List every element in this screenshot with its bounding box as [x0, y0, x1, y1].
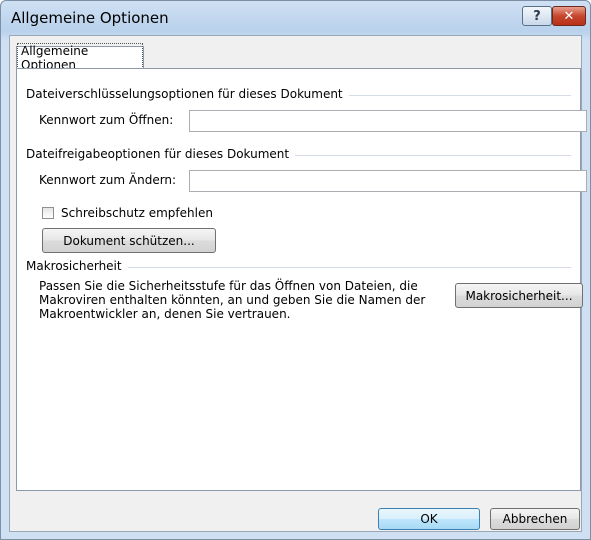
macro-group-label: Makrosicherheit: [26, 259, 128, 273]
open-password-label: Kennwort zum Öffnen:: [39, 113, 174, 127]
modify-password-label: Kennwort zum Ändern:: [39, 173, 177, 187]
sharing-group-label: Dateifreigabeoptionen für dieses Dokumen…: [26, 147, 296, 161]
dialog-window: Allgemeine Optionen ? ✕ Allgemeine Optio…: [0, 0, 591, 540]
dialog-client-area: Allgemeine Optionen Dateiverschlüsselung…: [9, 35, 587, 532]
close-button[interactable]: ✕: [552, 6, 586, 26]
protect-document-button-label: Dokument schützen...: [63, 233, 195, 248]
ok-button-label: OK: [420, 512, 438, 526]
tab-general-options[interactable]: Allgemeine Optionen: [16, 43, 144, 73]
open-password-input[interactable]: [189, 110, 587, 132]
tab-panel: Dateiverschlüsselungsoptionen für dieses…: [16, 68, 587, 491]
macro-security-button[interactable]: Makrosicherheit...: [455, 283, 583, 308]
cancel-button[interactable]: Abbrechen: [490, 508, 580, 530]
close-icon: ✕: [563, 8, 575, 24]
modify-password-input[interactable]: [189, 170, 587, 192]
macro-security-button-label: Makrosicherheit...: [465, 288, 573, 303]
help-button[interactable]: ?: [522, 6, 552, 26]
dialog-title: Allgemeine Optionen: [11, 9, 169, 27]
macro-description: Passen Sie die Sicherheitsstufe für das …: [39, 279, 426, 321]
protect-document-button[interactable]: Dokument schützen...: [42, 228, 216, 253]
readonly-checkbox[interactable]: [42, 207, 54, 219]
encryption-group-label: Dateiverschlüsselungsoptionen für dieses…: [26, 87, 349, 101]
cancel-button-label: Abbrechen: [502, 512, 568, 526]
ok-button[interactable]: OK: [378, 508, 480, 530]
title-bar[interactable]: Allgemeine Optionen ? ✕: [1, 1, 590, 35]
readonly-label[interactable]: Schreibschutz empfehlen: [61, 206, 213, 220]
help-icon: ?: [533, 8, 541, 24]
